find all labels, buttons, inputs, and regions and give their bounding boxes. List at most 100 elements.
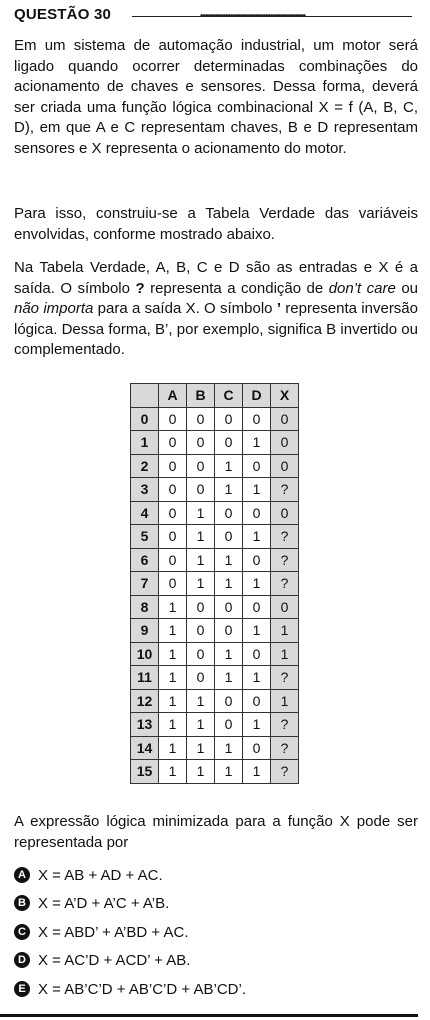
cell-d: 0 [242,688,271,713]
cell-b: 1 [186,524,215,549]
option-c[interactable]: C X = ABD’ + A’BD + AC. [14,922,189,944]
cell-b: 0 [186,453,215,478]
cell-c: 0 [214,500,243,525]
cell-c: 0 [214,594,243,619]
option-b-badge: B [14,895,30,912]
row-index: 0 [130,406,159,431]
cell-x: ? [270,759,299,784]
cell-a: 1 [158,618,187,643]
row-index: 13 [130,712,159,737]
cell-b: 0 [186,406,215,431]
cell-d: 0 [242,406,271,431]
option-a[interactable]: A X = AB + AD + AC. [14,865,163,887]
cell-c: 0 [214,524,243,549]
row-index: 3 [130,477,159,502]
cell-x: 1 [270,641,299,666]
truth-table-row: 401000 [130,500,299,525]
cell-d: 0 [242,641,271,666]
cell-x: ? [270,524,299,549]
row-index: 4 [130,500,159,525]
truth-table: A B C D X 0 0 0 0 0 0 1 0 0 0 1 0 2 0 0 1 0 0 3 0 0 1 1? 4 0 1 0 0 0… [130,383,299,784]
cell-c: 1 [214,665,243,690]
cell-b: 1 [186,735,215,760]
cell-b: 1 [186,688,215,713]
header-d: D [242,383,271,408]
cell-d: 0 [242,547,271,572]
cell-a: 1 [158,759,187,784]
truth-table-header-row: A B C D X [130,383,299,408]
option-b[interactable]: B X = A’D + A’C + A’B. [14,893,169,915]
cell-b: 0 [186,641,215,666]
cell-x: ? [270,712,299,737]
paragraph-table-explanation: Na Tabela Verdade, A, B, C e D são as en… [14,258,418,361]
cell-a: 0 [158,571,187,596]
text-span: ou [395,279,419,297]
option-b-text: X = A’D + A’C + A’B. [38,895,170,912]
cell-b: 1 [186,759,215,784]
header-x: X [270,383,299,408]
option-d-text: X = AC’D + ACD’ + AB. [38,952,191,969]
cell-c: 1 [214,759,243,784]
cell-x: ? [270,665,299,690]
cell-x: 0 [270,500,299,525]
truth-table-row: 5 0 1 0 1? [130,524,299,549]
truth-table-row: 200100 [130,453,299,478]
truth-table-row: 14 1 1 1 0? [130,735,299,760]
header-a: A [158,383,187,408]
row-index: 14 [130,735,159,760]
cell-a: 1 [158,594,187,619]
row-index: 9 [130,618,159,643]
row-index: 15 [130,759,159,784]
paragraph-prompt: A expressão lógica minimizada para a fun… [14,813,418,851]
cell-c: 1 [214,477,243,502]
truth-table-row: 7 0 1 1 1? [130,571,299,596]
cell-b: 0 [186,594,215,619]
cell-b: 0 [186,618,215,643]
truth-table-body: 0 0 0 0 0 0 1 0 0 0 1 0 2 0 0 1 0 0 3 0 0 1 1? 4 0 1 0 0 0 5 0 1 0 1? 6 0 1 1… [130,406,299,784]
text-span: representa a condição de [144,279,329,297]
cell-b: 1 [186,500,215,525]
cell-b: 0 [186,477,215,502]
truth-table-row: 11 1 0 1 1? [130,665,299,690]
row-index: 2 [130,453,159,478]
option-e-text: X = AB’C’D + AB’C’D + AB’CD’. [38,981,246,998]
cell-d: 0 [242,594,271,619]
cell-c: 0 [214,688,243,713]
cell-x: 0 [270,594,299,619]
cell-c: 0 [214,712,243,737]
dont-care-symbol: ? [135,279,145,297]
cell-d: 0 [242,735,271,760]
cell-x: ? [270,571,299,596]
truth-table-row: 000000 [130,406,299,431]
row-index: 8 [130,594,159,619]
cell-a: 1 [158,735,187,760]
cell-d: 1 [242,618,271,643]
question-header: QUESTÃO 30 •••••••••••••••••••••••••••••… [14,6,418,26]
cell-a: 0 [158,477,187,502]
paragraph-context: Em um sistema de automação industrial, u… [14,37,418,157]
truth-table-row: 13 1 1 0 1? [130,712,299,737]
nao-importa-term: não importa [14,300,94,317]
question-title: QUESTÃO 30 [14,6,112,23]
cell-b: 0 [186,430,215,455]
cell-c: 1 [214,453,243,478]
cell-d: 1 [242,524,271,549]
truth-table-corner [130,383,159,408]
cell-b: 1 [186,547,215,572]
row-index: 1 [130,430,159,455]
option-c-text: X = ABD’ + A’BD + AC. [38,924,189,941]
cell-d: 1 [242,759,271,784]
truth-table-row: 3 0 0 1 1? [130,477,299,502]
truth-table-row: 100010 [130,430,299,455]
option-d[interactable]: D X = AC’D + ACD’ + AB. [14,950,190,972]
truth-table-row: 910011 [130,618,299,643]
cell-a: 1 [158,712,187,737]
cell-d: 0 [242,500,271,525]
cell-d: 1 [242,665,271,690]
cell-d: 0 [242,453,271,478]
truth-table-row: 810000 [130,594,299,619]
header-dots: ••••••••••••••••••••••••••••••••••••••••… [200,11,306,22]
option-e[interactable]: E X = AB’C’D + AB’C’D + AB’CD’. [14,979,246,1001]
cell-c: 0 [214,618,243,643]
cell-a: 1 [158,688,187,713]
